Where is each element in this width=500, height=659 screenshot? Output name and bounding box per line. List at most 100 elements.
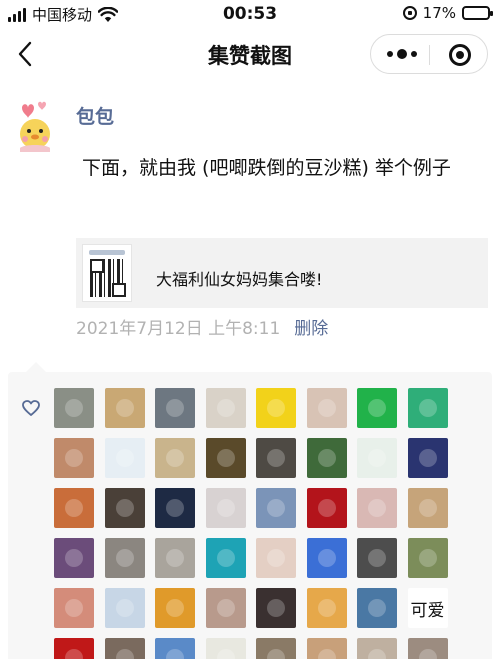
liker-avatar[interactable] xyxy=(205,488,246,528)
avatar-photo-placeholder xyxy=(166,649,184,659)
avatar-photo-placeholder xyxy=(267,399,285,417)
avatar-photo-placeholder xyxy=(216,549,235,567)
avatar-photo-placeholder xyxy=(418,399,437,417)
avatar-photo-placeholder xyxy=(115,549,134,567)
liker-avatar[interactable] xyxy=(357,388,397,428)
avatar-photo-placeholder xyxy=(317,449,336,467)
avatar-photo-placeholder xyxy=(216,399,235,417)
liker-avatar[interactable] xyxy=(205,588,246,628)
liker-avatar[interactable] xyxy=(54,388,94,428)
avatar-photo-placeholder xyxy=(368,549,386,567)
avatar-photo-placeholder xyxy=(267,649,285,659)
liker-avatar[interactable] xyxy=(104,538,145,578)
liker-avatar[interactable] xyxy=(155,588,195,628)
liker-avatar[interactable] xyxy=(54,538,94,578)
liker-avatar[interactable] xyxy=(256,538,296,578)
liker-avatar[interactable] xyxy=(407,488,448,528)
liker-avatar[interactable] xyxy=(155,488,195,528)
avatar-photo-placeholder xyxy=(166,399,184,417)
avatar-photo-placeholder xyxy=(65,599,83,617)
liker-avatar[interactable] xyxy=(306,388,347,428)
post-meta: 2021年7月12日 上午8:11 删除 xyxy=(76,314,328,339)
avatar-photo-placeholder xyxy=(418,449,437,467)
liker-avatar[interactable] xyxy=(205,388,246,428)
shared-link-title: 大福利仙女妈妈集合喽! xyxy=(156,270,323,289)
author-avatar[interactable] xyxy=(14,98,56,154)
liker-avatar[interactable] xyxy=(256,588,296,628)
liker-avatar[interactable]: 可爱 xyxy=(407,588,448,628)
liker-avatar[interactable] xyxy=(104,388,145,428)
liker-avatar[interactable] xyxy=(155,538,195,578)
liker-avatar[interactable] xyxy=(256,388,296,428)
qr-code-thumbnail xyxy=(82,244,132,302)
liker-avatar[interactable] xyxy=(54,438,94,478)
liker-avatar[interactable] xyxy=(205,438,246,478)
avatar-photo-placeholder xyxy=(115,449,134,467)
liker-avatar[interactable] xyxy=(357,538,397,578)
liker-avatar[interactable] xyxy=(306,588,347,628)
liker-avatar[interactable] xyxy=(205,638,246,659)
author-name[interactable]: 包包 xyxy=(76,102,114,129)
likers-grid: 可爱 xyxy=(54,388,474,659)
liker-avatar[interactable] xyxy=(306,538,347,578)
liker-avatar[interactable] xyxy=(104,638,145,659)
avatar-photo-placeholder xyxy=(115,499,134,517)
liker-avatar[interactable] xyxy=(155,388,195,428)
liker-avatar[interactable] xyxy=(155,638,195,659)
liker-avatar[interactable] xyxy=(104,488,145,528)
avatar-photo-placeholder xyxy=(166,599,184,617)
liker-avatar[interactable] xyxy=(54,488,94,528)
shared-link-card[interactable]: 大福利仙女妈妈集合喽! xyxy=(76,238,488,308)
delete-link[interactable]: 删除 xyxy=(294,314,328,339)
avatar-photo-placeholder xyxy=(418,499,437,517)
avatar-photo-placeholder xyxy=(317,399,336,417)
liker-avatar[interactable] xyxy=(104,588,145,628)
liker-avatar[interactable] xyxy=(104,438,145,478)
liker-avatar[interactable] xyxy=(357,638,397,659)
avatar-photo-placeholder xyxy=(267,449,285,467)
liker-avatar[interactable] xyxy=(155,438,195,478)
liker-avatar[interactable] xyxy=(256,488,296,528)
heart-icon xyxy=(22,400,40,416)
liker-avatar[interactable] xyxy=(205,538,246,578)
liker-avatar[interactable] xyxy=(357,488,397,528)
more-options-button[interactable] xyxy=(387,49,417,59)
liker-avatar[interactable] xyxy=(306,488,347,528)
liker-avatar[interactable] xyxy=(54,588,94,628)
post-content: 下面，就由我 (吧唧跌倒的豆沙糕) 举个例子 xyxy=(82,157,451,179)
avatar-photo-placeholder xyxy=(368,449,386,467)
liker-avatar[interactable] xyxy=(357,438,397,478)
battery-icon xyxy=(462,6,493,20)
avatar-photo-placeholder xyxy=(216,499,235,517)
rotation-lock-icon xyxy=(402,6,417,20)
avatar-photo-placeholder xyxy=(317,549,336,567)
liker-avatar[interactable] xyxy=(407,438,448,478)
avatar-photo-placeholder xyxy=(65,499,83,517)
avatar-photo-placeholder xyxy=(216,599,235,617)
avatar-photo-placeholder xyxy=(267,499,285,517)
status-bar: 中国移动 00:53 17% xyxy=(0,0,500,30)
avatar-photo-placeholder xyxy=(216,649,235,659)
mini-program-capsule xyxy=(370,34,488,74)
avatar-photo-placeholder xyxy=(368,499,386,517)
close-mini-program-button[interactable] xyxy=(449,44,471,66)
liker-avatar[interactable] xyxy=(306,438,347,478)
liker-avatar[interactable] xyxy=(407,388,448,428)
avatar-photo-placeholder xyxy=(267,599,285,617)
avatar-photo-placeholder xyxy=(166,449,184,467)
avatar-photo-placeholder xyxy=(368,649,386,659)
liker-avatar[interactable] xyxy=(407,538,448,578)
avatar-photo-placeholder xyxy=(418,549,437,567)
liker-avatar[interactable] xyxy=(407,638,448,659)
liker-avatar[interactable] xyxy=(357,588,397,628)
liker-avatar[interactable] xyxy=(256,438,296,478)
liker-avatar[interactable] xyxy=(306,638,347,659)
capsule-divider xyxy=(429,45,430,65)
avatar-photo-placeholder xyxy=(65,449,83,467)
thumbnail-header xyxy=(89,250,125,255)
liker-avatar[interactable] xyxy=(54,638,94,659)
avatar-photo-placeholder xyxy=(65,649,83,659)
post-timestamp: 2021年7月12日 上午8:11 xyxy=(76,319,281,339)
liker-avatar[interactable] xyxy=(256,638,296,659)
avatar-photo-placeholder xyxy=(115,649,134,659)
